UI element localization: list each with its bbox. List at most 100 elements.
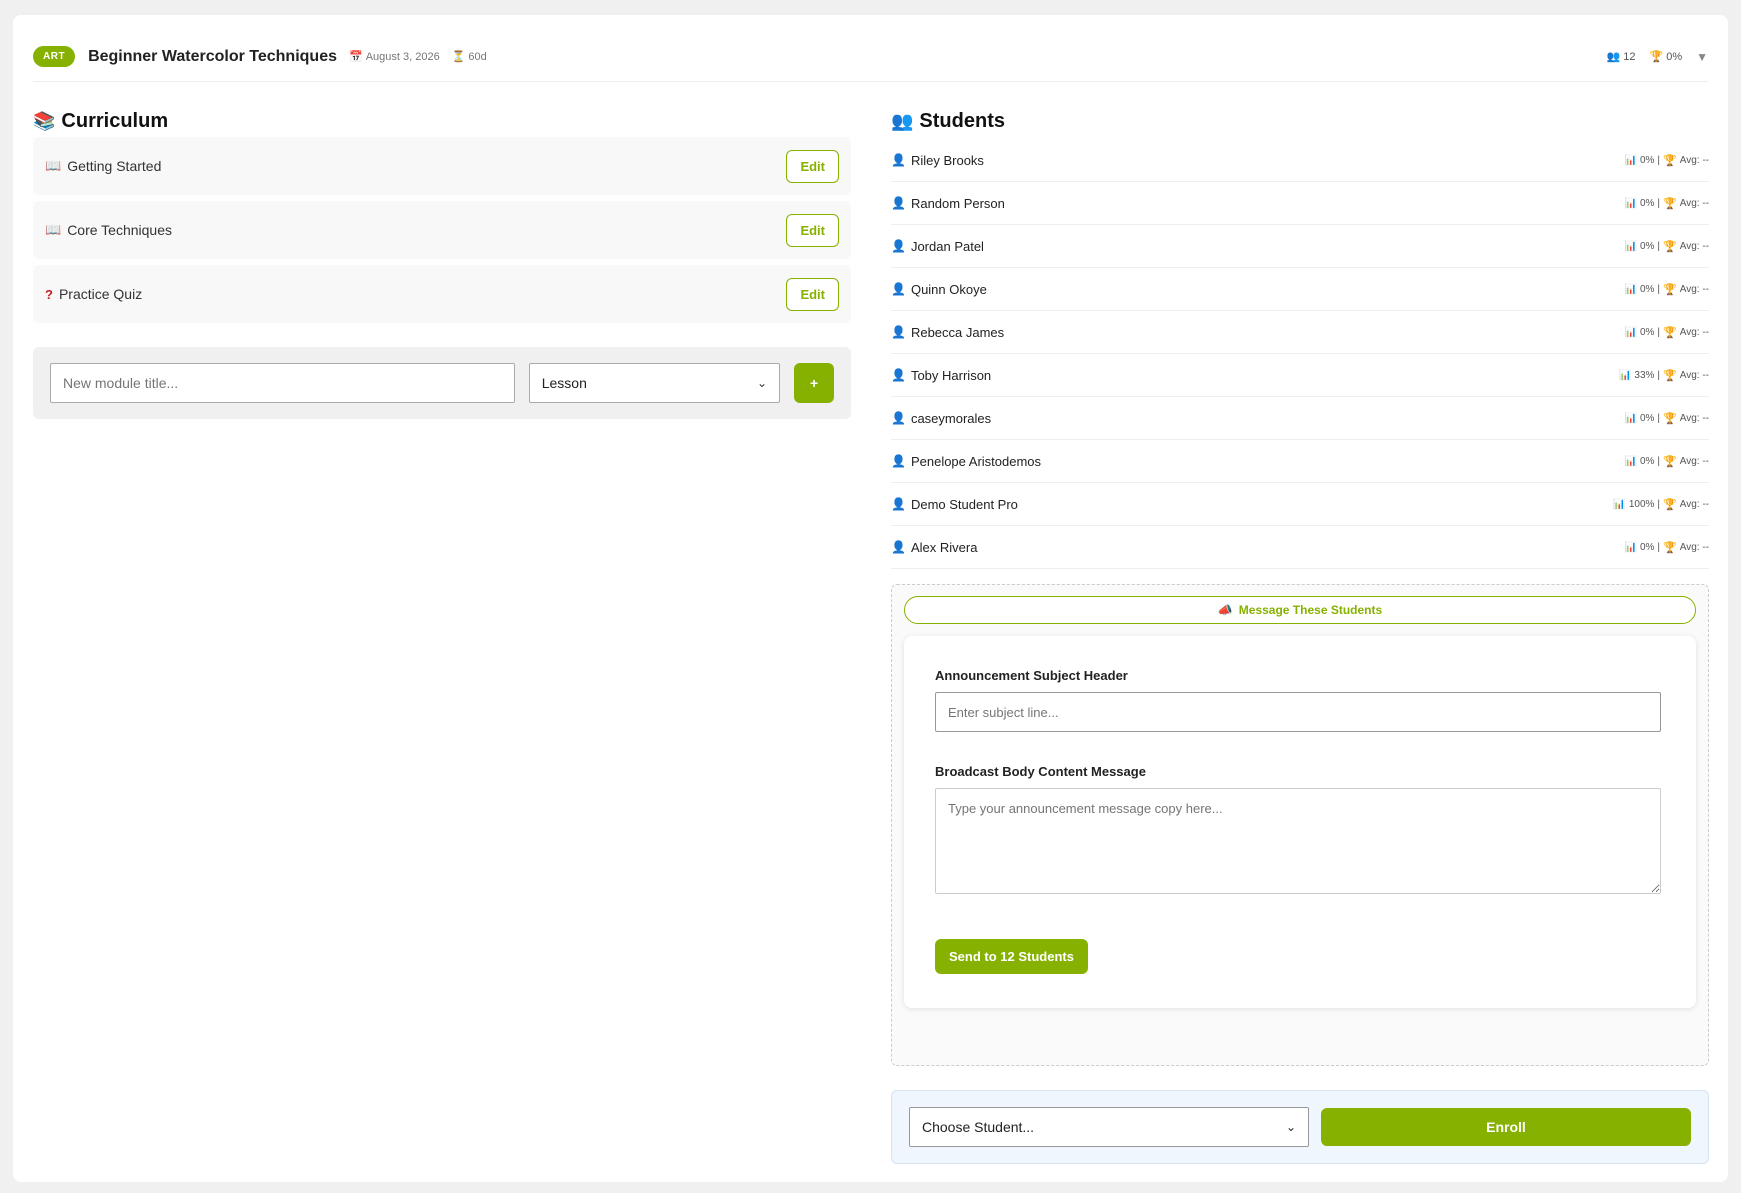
student-progress: 0%: [1639, 240, 1655, 252]
module-item: ? Practice Quiz Edit: [33, 265, 851, 323]
student-name: caseymorales: [910, 410, 992, 426]
student-row[interactable]: 👤 caseymorales 📊 0% | 🏆 Avg: --: [891, 397, 1709, 440]
course-header[interactable]: ART Beginner Watercolor Techniques 📅 Aug…: [33, 32, 1708, 82]
books-icon: 📚: [33, 110, 56, 131]
chart-icon: 📊: [1613, 498, 1626, 510]
student-progress: 0%: [1639, 283, 1655, 295]
student-stats: 📊 33% | 🏆 Avg: --: [1619, 369, 1709, 382]
student-stats: 📊 0% | 🏆 Avg: --: [1625, 455, 1710, 468]
curriculum-panel: 📚 Curriculum 📖 Getting Started Edit 📖 Co…: [33, 105, 851, 419]
module-type-select[interactable]: Lesson ⌄: [528, 363, 781, 403]
trophy-icon: 🏆: [1663, 283, 1677, 296]
student-name: Alex Rivera: [910, 539, 978, 555]
edit-module-button[interactable]: Edit: [786, 213, 839, 247]
calendar-icon: 📅: [349, 51, 363, 63]
subject-input[interactable]: [935, 692, 1661, 732]
edit-module-button[interactable]: Edit: [786, 277, 839, 311]
student-row[interactable]: 👤 Rebecca James 📊 0% | 🏆 Avg: --: [891, 311, 1709, 354]
students-panel: 👥 Students 👤 Riley Brooks 📊 0% | 🏆 Avg: -- 👤 Ran…: [891, 105, 1709, 1164]
subject-label: Announcement Subject Header: [935, 668, 1128, 683]
trophy-icon: 🏆: [1663, 498, 1677, 511]
student-progress: 33%: [1634, 369, 1655, 381]
chart-icon: 📊: [1618, 369, 1632, 381]
student-progress: 0%: [1639, 455, 1655, 467]
chart-icon: 📊: [1624, 326, 1637, 338]
enroll-form: Choose Student... ⌄ Enroll: [891, 1090, 1709, 1164]
student-row[interactable]: 👤 Alex Rivera 📊 0% | 🏆 Avg: --: [891, 526, 1709, 569]
student-row[interactable]: 👤 Quinn Okoye 📊 0% | 🏆 Avg: --: [891, 268, 1709, 311]
student-progress: 0%: [1639, 197, 1655, 209]
student-stats: 📊 0% | 🏆 Avg: --: [1625, 283, 1710, 296]
trophy-icon: 🏆: [1663, 326, 1677, 339]
body-label: Broadcast Body Content Message: [935, 764, 1146, 779]
stats-separator: |: [1657, 498, 1661, 510]
student-count-text: 12: [1623, 50, 1636, 63]
stats-separator: |: [1657, 455, 1661, 467]
trophy-icon: 🏆: [1663, 412, 1677, 425]
user-icon: 👤: [891, 497, 906, 511]
student-row[interactable]: 👤 Demo Student Pro 📊 100% | 🏆 Avg: --: [891, 483, 1709, 526]
student-list: 👤 Riley Brooks 📊 0% | 🏆 Avg: -- 👤 Random Person 📊…: [891, 139, 1709, 569]
add-module-button[interactable]: +: [794, 363, 834, 403]
stats-separator: |: [1657, 197, 1661, 209]
student-stats: 📊 0% | 🏆 Avg: --: [1625, 154, 1710, 167]
chart-icon: 📊: [1624, 412, 1637, 424]
course-date: 📅 August 3, 2026: [349, 50, 440, 64]
stats-separator: |: [1657, 541, 1661, 553]
chart-icon: 📊: [1624, 154, 1637, 166]
student-name: Rebecca James: [910, 324, 1005, 340]
student-stats: 📊 0% | 🏆 Avg: --: [1625, 240, 1710, 253]
student-progress: 0%: [1639, 541, 1655, 553]
student-name: Demo Student Pro: [910, 496, 1018, 512]
students-title: Students: [919, 109, 1005, 132]
student-select[interactable]: Choose Student... ⌄: [909, 1107, 1309, 1147]
student-name: Toby Harrison: [910, 367, 992, 383]
curriculum-heading: 📚 Curriculum: [33, 105, 851, 137]
chart-icon: 📊: [1624, 541, 1637, 553]
module-label: Core Techniques: [67, 222, 172, 238]
broadcast-form: Announcement Subject Header Broadcast Bo…: [904, 636, 1696, 1008]
body-textarea[interactable]: [935, 788, 1661, 894]
user-icon: 👤: [891, 325, 906, 339]
chart-icon: 📊: [1624, 197, 1637, 209]
stats-separator: |: [1657, 240, 1661, 252]
student-name: Quinn Okoye: [910, 281, 987, 297]
add-module-form: Lesson ⌄ +: [33, 347, 851, 419]
stats-separator: |: [1657, 412, 1661, 424]
student-row[interactable]: 👤 Riley Brooks 📊 0% | 🏆 Avg: --: [891, 139, 1709, 182]
student-row[interactable]: 👤 Penelope Aristodemos 📊 0% | 🏆 Avg: --: [891, 440, 1709, 483]
hourglass-icon: ⏳: [451, 51, 466, 63]
new-module-title-input[interactable]: [50, 363, 515, 403]
course-duration-text: 60d: [468, 50, 487, 63]
student-row[interactable]: 👤 Jordan Patel 📊 0% | 🏆 Avg: --: [891, 225, 1709, 268]
message-students-toggle[interactable]: 📣 Message These Students: [904, 596, 1696, 624]
chevron-down-icon: ⌄: [1285, 1120, 1296, 1134]
chevron-down-icon: ⌄: [757, 376, 768, 390]
course-title: Beginner Watercolor Techniques: [88, 47, 337, 65]
student-avg: Avg: --: [1679, 154, 1709, 166]
student-stats: 📊 0% | 🏆 Avg: --: [1625, 326, 1710, 339]
chevron-down-icon[interactable]: ▼: [1696, 50, 1708, 64]
user-icon: 👤: [891, 239, 906, 253]
student-progress: 0%: [1639, 154, 1655, 166]
student-row[interactable]: 👤 Toby Harrison 📊 33% | 🏆 Avg: --: [891, 354, 1709, 397]
send-broadcast-button[interactable]: Send to 12 Students: [935, 939, 1088, 974]
module-item: 📖 Getting Started Edit: [33, 137, 851, 195]
student-row[interactable]: 👤 Random Person 📊 0% | 🏆 Avg: --: [891, 182, 1709, 225]
user-icon: 👤: [891, 282, 906, 296]
trophy-icon: 🏆: [1663, 369, 1677, 382]
student-avg: Avg: --: [1679, 197, 1709, 209]
student-name: Riley Brooks: [910, 152, 984, 168]
trophy-icon: 🏆: [1663, 240, 1677, 253]
enroll-button[interactable]: Enroll: [1321, 1108, 1691, 1146]
student-avg: Avg: --: [1679, 541, 1709, 553]
trophy-icon: 🏆: [1649, 51, 1664, 63]
edit-module-button[interactable]: Edit: [786, 149, 839, 183]
stats-separator: |: [1657, 154, 1661, 166]
trophy-icon: 🏆: [1663, 154, 1677, 167]
student-avg: Avg: --: [1679, 283, 1709, 295]
student-stats: 📊 0% | 🏆 Avg: --: [1625, 197, 1710, 210]
course-card: ART Beginner Watercolor Techniques 📅 Aug…: [13, 15, 1728, 1182]
megaphone-icon: 📣: [1217, 603, 1233, 617]
module-item: 📖 Core Techniques Edit: [33, 201, 851, 259]
